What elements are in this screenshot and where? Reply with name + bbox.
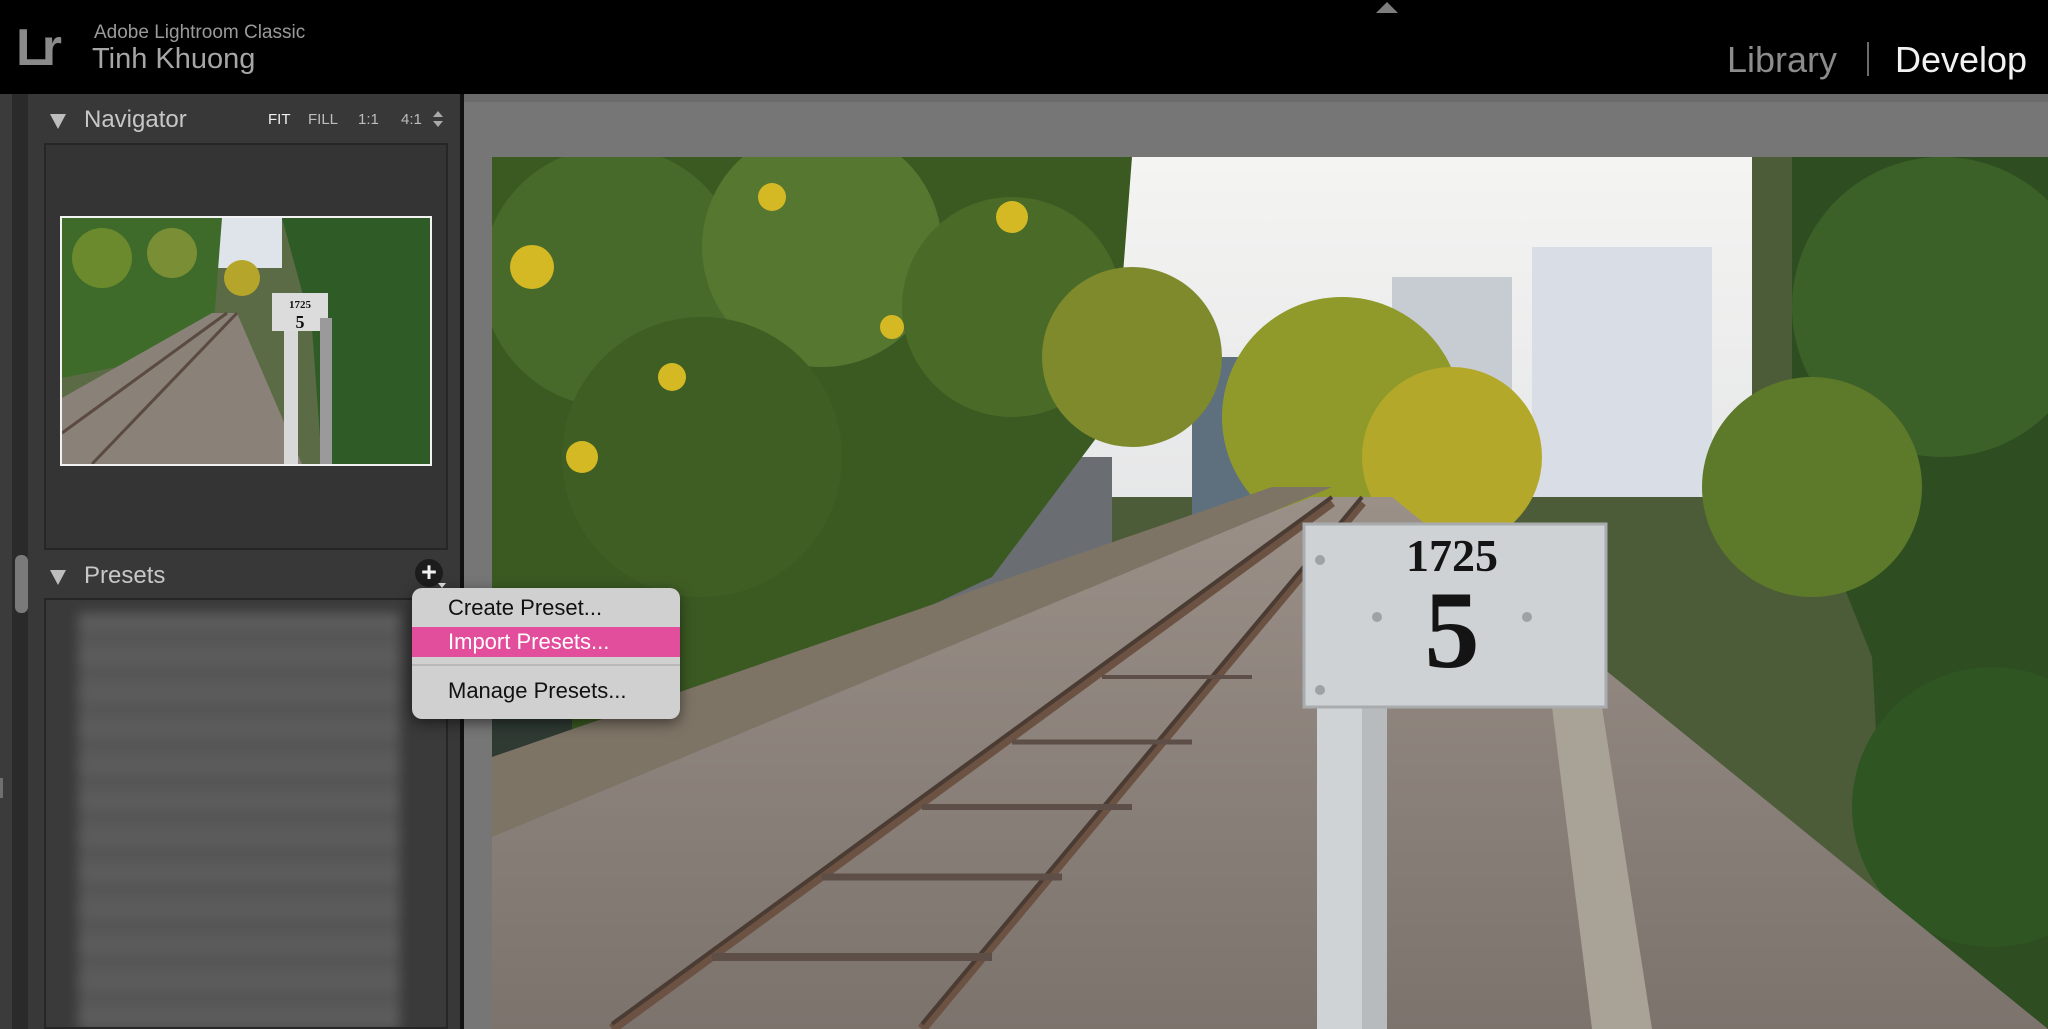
presets-list[interactable]	[44, 598, 448, 1029]
sign-digit: 5	[1425, 569, 1480, 691]
zoom-fill[interactable]: FILL	[308, 111, 338, 129]
menu-item-create-preset[interactable]: Create Preset...	[412, 593, 680, 623]
zoom-stepper-icon[interactable]	[433, 109, 443, 131]
navigator-thumbnail[interactable]: 1725 5	[60, 216, 432, 466]
navigator-header[interactable]: Navigator FIT FILL 1:1 4:1	[28, 97, 458, 143]
disclosure-triangle-icon[interactable]	[50, 570, 66, 585]
menu-item-label: Import Presets...	[448, 629, 610, 654]
presets-title: Presets	[84, 562, 166, 589]
menu-separator	[412, 664, 680, 666]
lightroom-logo: Lr	[16, 19, 62, 77]
presets-list-blurred	[78, 612, 400, 1027]
thumb-sign-number: 1725	[289, 299, 312, 311]
menu-item-manage-presets[interactable]: Manage Presets...	[412, 676, 680, 706]
identity-plate-name: Tinh Khuong	[92, 43, 256, 75]
railway-photo: 1725 5	[492, 157, 2048, 1029]
canvas-top-edge	[464, 94, 2048, 102]
left-edge-strip	[0, 94, 12, 1029]
zoom-1-1[interactable]: 1:1	[358, 111, 379, 129]
panel-toggle-mark[interactable]	[0, 778, 3, 798]
scrollbar-thumb[interactable]	[15, 555, 28, 613]
app-name: Adobe Lightroom Classic	[94, 22, 306, 43]
zoom-4-1[interactable]: 4:1	[401, 111, 422, 129]
disclosure-triangle-icon[interactable]	[50, 114, 66, 129]
presets-header[interactable]: Presets	[28, 553, 458, 599]
zoom-fit[interactable]: FIT	[268, 111, 291, 129]
main-photo[interactable]: 1725 5	[492, 157, 2048, 1029]
module-divider	[1867, 42, 1869, 76]
module-develop[interactable]: Develop	[1895, 38, 2027, 82]
module-library[interactable]: Library	[1727, 38, 1837, 82]
menu-item-label: Manage Presets...	[448, 678, 627, 703]
navigator-title: Navigator	[84, 106, 187, 133]
top-bar: Lr Adobe Lightroom Classic Tinh Khuong L…	[0, 0, 2048, 94]
menu-item-label: Create Preset...	[448, 595, 603, 620]
collapse-arrow-icon[interactable]	[1376, 2, 1398, 13]
thumbnail-image: 1725 5	[62, 218, 430, 464]
preset-context-menu: Create Preset... Import Presets... Manag…	[412, 588, 680, 719]
menu-item-import-presets[interactable]: Import Presets...	[412, 627, 680, 657]
thumb-sign-digit: 5	[296, 312, 305, 332]
